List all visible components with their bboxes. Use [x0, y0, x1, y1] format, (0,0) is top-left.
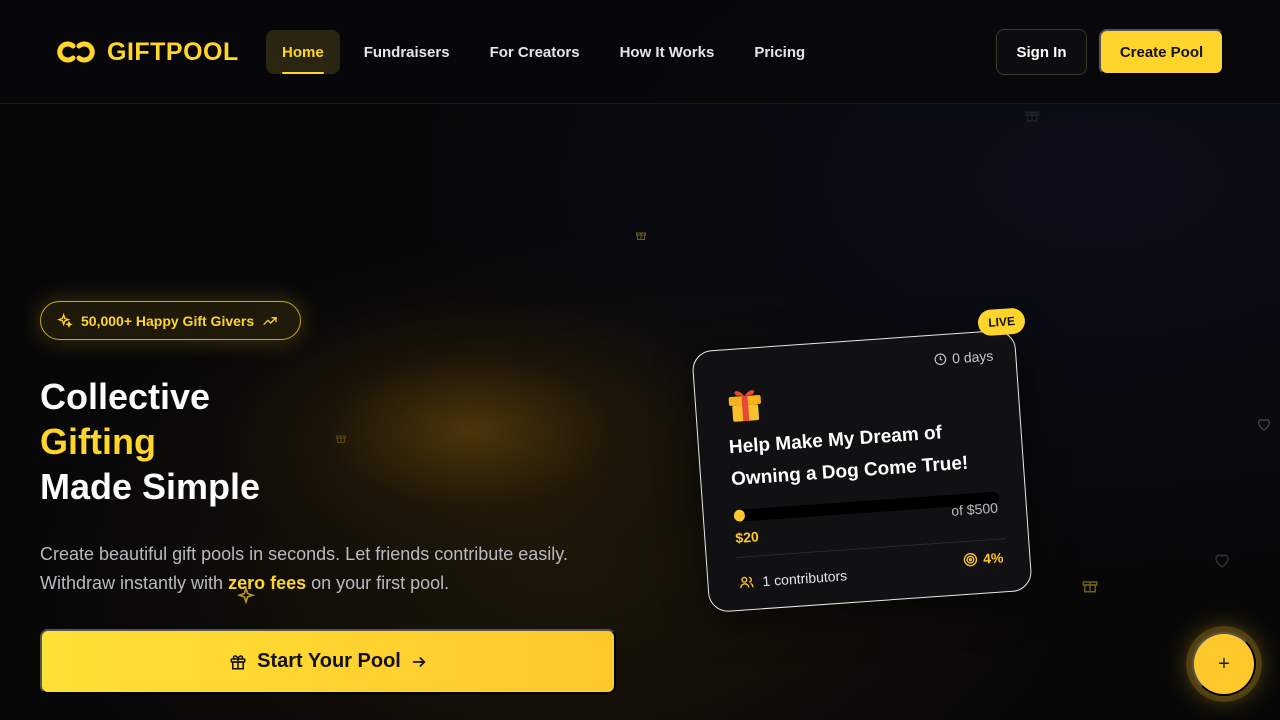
percent-label: 4%	[982, 549, 1004, 567]
progress-fill	[733, 509, 745, 523]
users-icon	[740, 576, 754, 589]
goal-amount: of $500	[950, 499, 999, 519]
pool-title: Help Make My Dream of Owning a Dog Come …	[728, 422, 969, 491]
hero-subtitle: Create beautiful gift pools in seconds. …	[40, 540, 640, 598]
gift-icon	[1025, 111, 1039, 122]
nav-item-home[interactable]: Home	[266, 30, 340, 74]
start-your-pool-label: Start Your Pool	[257, 650, 401, 672]
hero-title-line-3: Made Simple	[40, 466, 261, 507]
days-remaining: 0 days	[933, 348, 994, 368]
brand-name: GIFTPOOL	[107, 37, 239, 66]
create-pool-button[interactable]: Create Pool	[1099, 29, 1224, 75]
hero-subtitle-text-end: on your first pool.	[306, 573, 450, 593]
site-header: GIFTPOOL Home Fundraisers For Creators H…	[0, 0, 1280, 104]
main-nav: Home Fundraisers For Creators How It Wor…	[266, 30, 829, 74]
target-icon	[963, 553, 977, 567]
pool-card[interactable]: LIVE 0 days Help Make My Dream of Owning…	[691, 307, 1033, 613]
infinity-link-icon	[57, 41, 95, 63]
contributors-label: 1 contributors	[761, 567, 848, 590]
sign-in-button[interactable]: Sign In	[996, 29, 1087, 75]
gift-icon	[636, 232, 646, 240]
clock-icon	[934, 353, 946, 366]
nav-item-pricing[interactable]: Pricing	[738, 30, 821, 74]
heart-icon	[1215, 554, 1229, 568]
start-your-pool-button[interactable]: Start Your Pool	[40, 629, 616, 694]
gift-emoji-icon	[728, 390, 761, 422]
happy-givers-badge: 50,000+ Happy Gift Givers	[40, 301, 301, 340]
floating-add-button[interactable]: +	[1192, 632, 1256, 696]
percent-funded: 4%	[962, 549, 1004, 568]
contributors-count: 1 contributors	[738, 567, 848, 591]
hero-title-line-2: Gifting	[40, 421, 156, 462]
arrow-right-icon	[412, 656, 426, 667]
heart-icon	[1257, 419, 1271, 431]
hero-title-line-1: Collective	[40, 376, 211, 417]
gift-icon	[1082, 581, 1098, 593]
nav-item-for-creators[interactable]: For Creators	[474, 30, 596, 74]
days-label: 0 days	[951, 347, 994, 367]
hero-title: Collective Gifting Made Simple	[40, 374, 440, 509]
amount-raised: $20	[734, 528, 760, 546]
zero-fees-highlight: zero fees	[228, 573, 307, 593]
hero-background	[0, 0, 1280, 720]
brand-logo[interactable]: GIFTPOOL	[55, 36, 239, 68]
sparkles-icon	[57, 312, 73, 328]
nav-item-how-it-works[interactable]: How It Works	[604, 30, 731, 74]
trending-up-icon	[263, 316, 277, 325]
badge-label: 50,000+ Happy Gift Givers	[81, 312, 255, 329]
nav-item-fundraisers[interactable]: Fundraisers	[348, 30, 466, 74]
live-badge: LIVE	[977, 307, 1026, 337]
gift-icon	[230, 654, 246, 669]
